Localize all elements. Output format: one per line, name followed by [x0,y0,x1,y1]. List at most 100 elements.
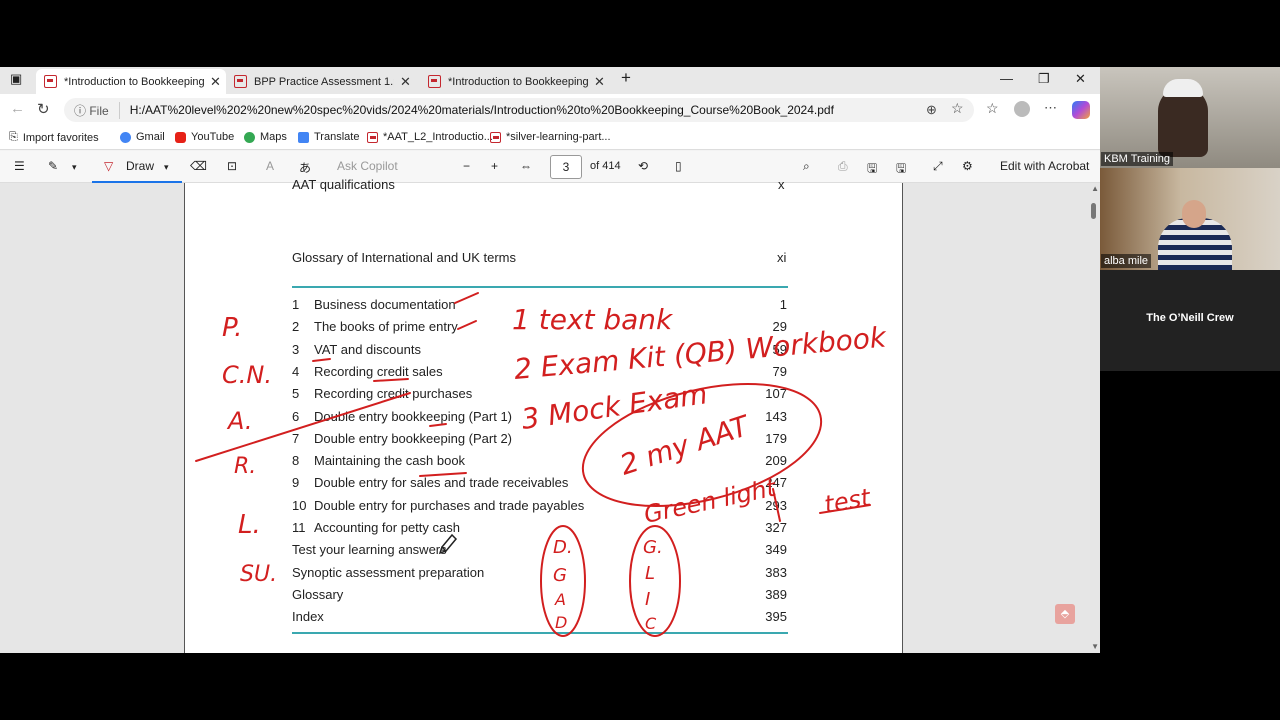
pdf-toolbar: ☰ ✎ ▾ ▽ Draw ▾ ⌫ ⊡ A あ Ask Copilot − + ⇔… [0,151,1100,183]
maps-icon [244,131,255,143]
draw-label: Draw [126,159,155,173]
tab-title: *Introduction to Bookkeeping_EP [448,75,588,88]
print-icon[interactable]: ⎙ [838,159,848,174]
acrobat-icon[interactable]: ⬘ [1055,604,1075,624]
ink-letter: D. [553,537,573,558]
pdf-icon [428,75,441,88]
back-icon[interactable]: ← [10,100,25,117]
ink-letter: C [645,614,657,633]
draw-tab[interactable]: ▽ Draw ▾ [92,151,182,183]
tab-title: BPP Practice Assessment 1.pdf [254,75,394,88]
draw-pen-icon: ▽ [104,159,114,173]
ink-letter: L [645,563,655,584]
zoom-in-button[interactable]: + [491,159,498,173]
ink-dash [457,320,477,330]
minimize-icon[interactable]: — [1000,71,1013,86]
address-bar[interactable]: ⓘ File H:/AAT%20level%202%20new%20spec%2… [64,98,974,122]
settings-gear-icon[interactable]: ⚙ [962,159,973,173]
fav-maps[interactable]: Maps [244,131,287,143]
refresh-icon[interactable]: ↻ [37,100,50,118]
google-icon [120,131,131,143]
scroll-thumb[interactable] [1091,203,1096,219]
save-icon[interactable]: 🖫 [867,159,877,180]
fav-youtube[interactable]: YouTube [175,131,234,143]
zoom-out-button[interactable]: − [463,159,470,173]
text-box-icon[interactable]: ⊡ [227,159,237,173]
copilot-icon[interactable] [1072,101,1090,119]
more-menu-icon[interactable]: ⋯ [1044,100,1057,116]
ink-letter: SU. [240,562,277,587]
import-icon: ⎘ [9,131,18,143]
fav-import[interactable]: ⎘ Import favorites [9,131,99,144]
ink-letter: A [554,590,566,609]
scroll-up-icon[interactable]: ▲ [1091,184,1099,193]
ink-note: 3 Mock Exam [519,377,709,436]
browser-window: ▣ *Introduction to Bookkeeping_Co ✕ BPP … [0,67,1100,653]
file-label: ⓘ File [74,101,120,119]
ink-letter: R. [234,454,256,479]
fav-silver[interactable]: *silver-learning-part... [490,131,611,143]
pen-cursor-icon [438,533,458,555]
fullscreen-icon[interactable]: ⤢ [933,159,943,174]
pdf-icon [234,75,247,88]
tab-active[interactable]: *Introduction to Bookkeeping_Co ✕ [36,69,226,94]
eraser-icon[interactable]: ⌫ [190,159,207,173]
ink-underline [312,358,331,362]
tab-actions-icon[interactable]: ▣ [10,71,22,87]
restore-icon[interactable]: ❐ [1038,71,1050,87]
zoom-icon[interactable]: ⊕ [926,102,937,118]
face-shape [1182,200,1206,228]
info-icon: ⓘ [74,103,90,118]
ask-copilot[interactable]: Ask Copilot [337,159,398,173]
new-tab-button[interactable]: + [621,68,631,88]
close-tab-icon[interactable]: ✕ [594,74,605,90]
fit-page-icon[interactable]: ⇔ [520,159,532,173]
ink-letter: P. [222,313,242,343]
page-view-icon[interactable]: ▯ [675,159,682,173]
rotate-icon[interactable]: ⟲ [638,159,648,173]
tab-bar: ▣ *Introduction to Bookkeeping_Co ✕ BPP … [0,67,1100,94]
pdf-icon [44,75,57,88]
page-number-input[interactable]: 3 [550,155,582,179]
scrollbar[interactable]: ▲ ▼ [1090,184,1099,651]
participant-tile-oneill[interactable]: The O’Neill Crew [1100,270,1280,371]
favorites-icon[interactable]: ☆ [986,100,999,117]
tab-bpp[interactable]: BPP Practice Assessment 1.pdf ✕ [226,69,421,94]
save-as-icon[interactable]: 🖫 [896,159,906,180]
favorite-star-icon[interactable]: ☆ [951,100,964,117]
chevron-down-icon: ▾ [164,162,169,172]
tab-title: *Introduction to Bookkeeping_Co [64,75,204,88]
translate-icon[interactable]: あ [299,159,311,176]
edit-with-acrobat-button[interactable]: Edit with Acrobat [1000,159,1089,173]
fav-translate[interactable]: Translate [298,131,359,143]
pdf-viewer[interactable]: AAT qualifications x Glossary of Interna… [0,177,1100,653]
participant-name: alba mile [1101,254,1152,268]
cap-shape [1163,79,1203,97]
participant-name: KBM Training [1101,152,1174,166]
profile-avatar[interactable] [1014,101,1030,117]
chevron-down-icon[interactable]: ▾ [72,162,77,173]
page-count: of 414 [590,160,621,172]
read-aloud-icon[interactable]: A [266,159,274,173]
participant-name: The O’Neill Crew [1146,312,1234,324]
ink-note: 1 text bank [512,303,674,336]
search-icon[interactable]: ⌕ [803,159,810,174]
pdf-icon [367,131,378,143]
fav-aat[interactable]: *AAT_L2_Introductio... [367,131,493,143]
ink-note: test [822,483,874,519]
contents-icon[interactable]: ☰ [14,159,25,173]
address-bar-row: ← ↻ ⓘ File H:/AAT%20level%202%20new%20sp… [0,94,1100,126]
ink-letter: G [553,565,567,586]
highlight-icon[interactable]: ✎ [48,159,58,173]
close-tab-icon[interactable]: ✕ [210,74,221,90]
ink-letter: I [645,589,650,610]
ink-annotations: P. C.N. A. R. L. SU. 1 text bank 2 Exam … [195,292,889,637]
fav-gmail[interactable]: Gmail [120,131,165,143]
youtube-icon [175,131,186,143]
close-window-icon[interactable]: ✕ [1075,71,1086,87]
scroll-down-icon[interactable]: ▼ [1091,642,1099,651]
ink-letter: D [555,613,567,632]
close-tab-icon[interactable]: ✕ [400,74,411,90]
tab-ep[interactable]: *Introduction to Bookkeeping_EP ✕ [420,69,610,94]
ink-note: Green light [641,473,779,529]
